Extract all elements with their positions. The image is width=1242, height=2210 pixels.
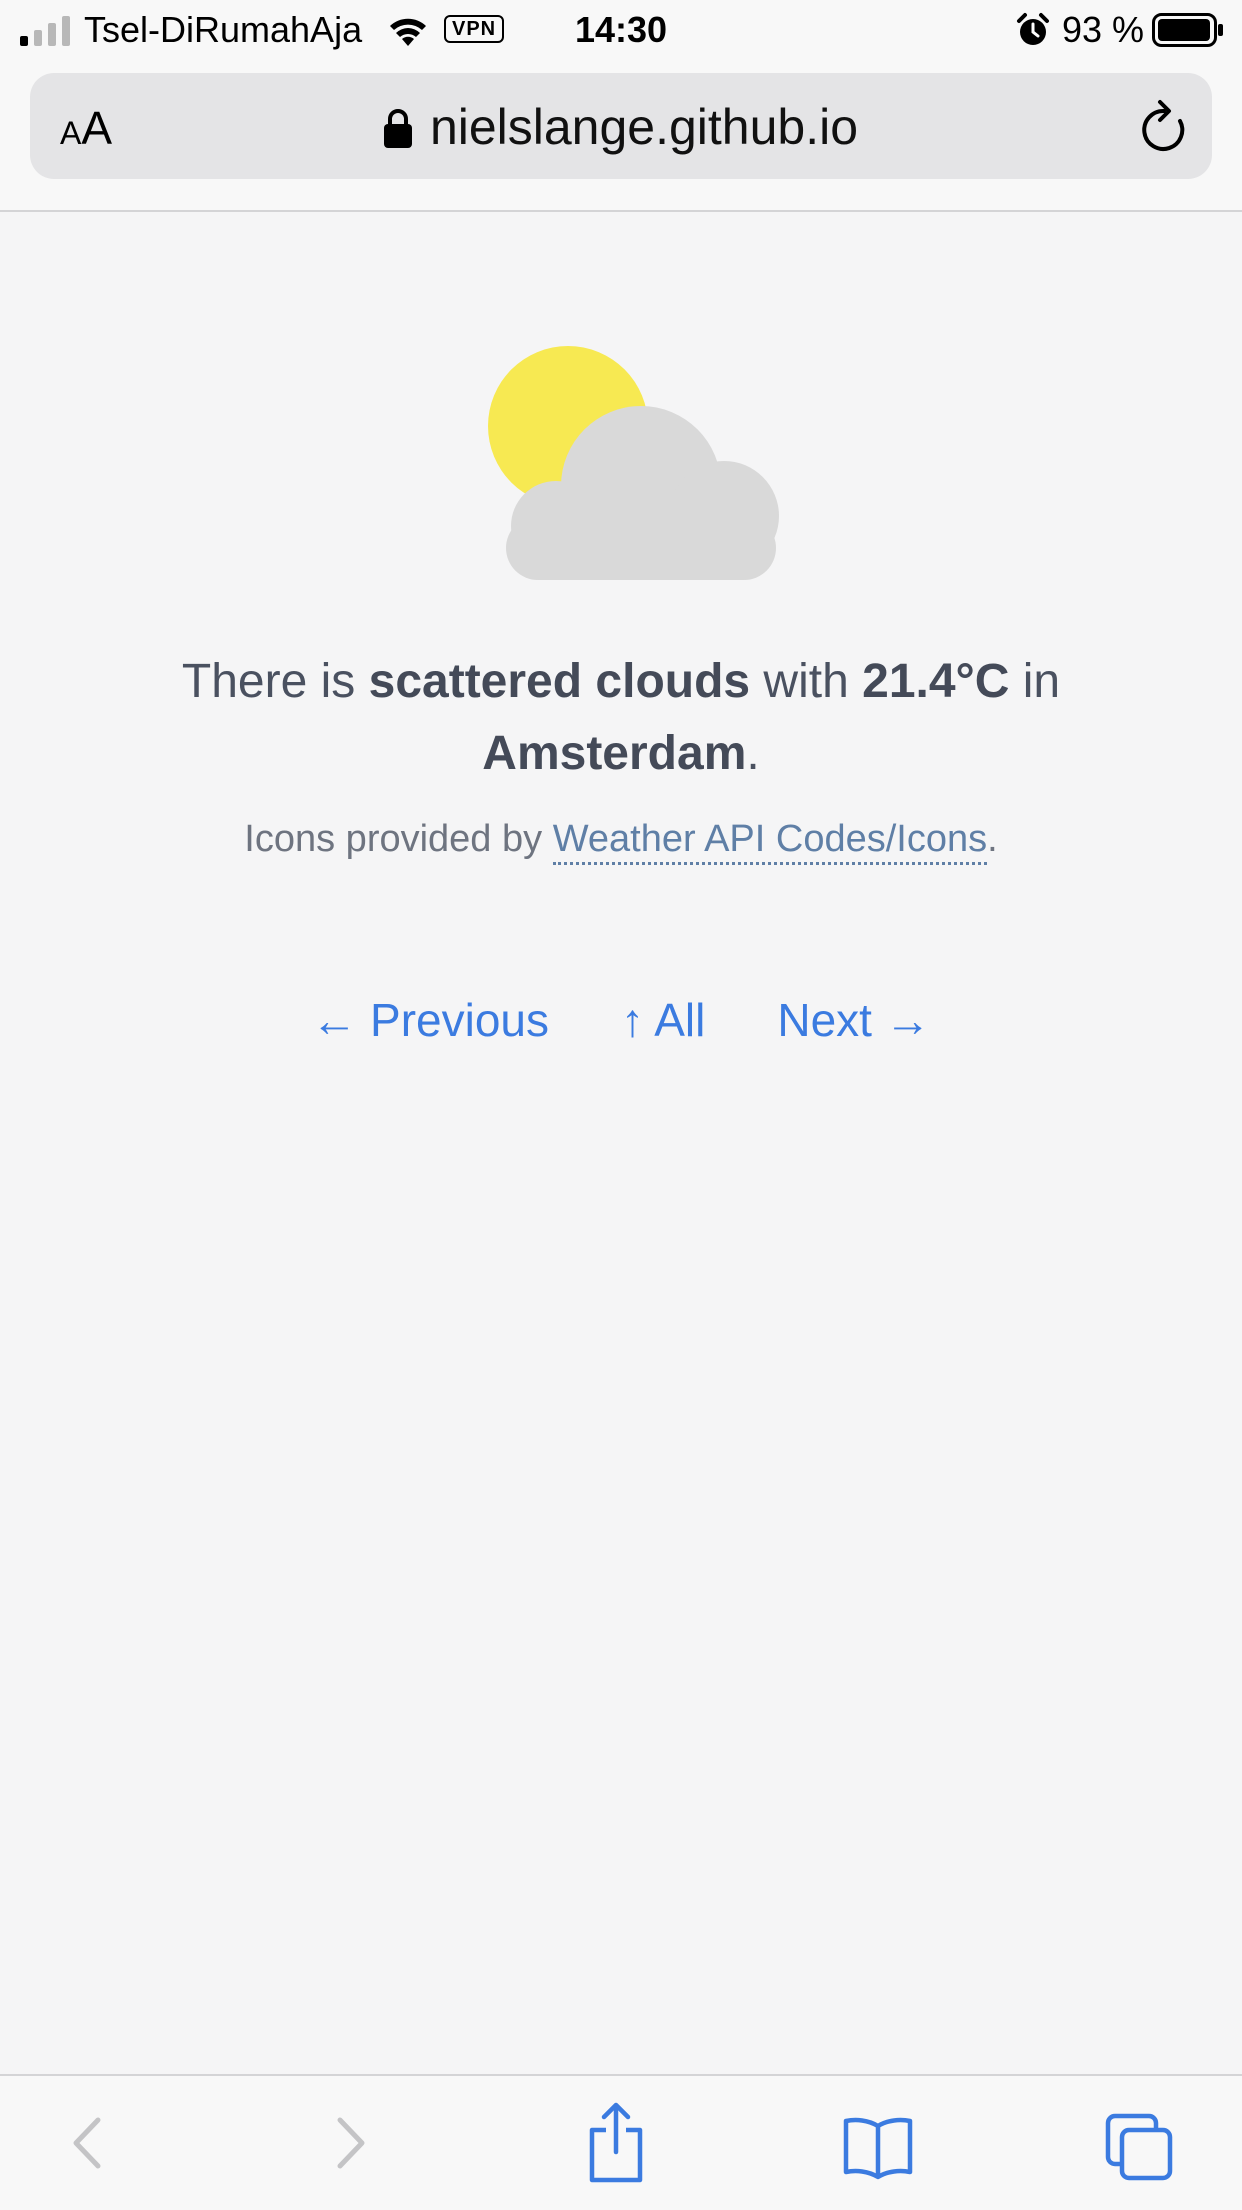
forward-icon[interactable]	[312, 2100, 392, 2186]
battery-icon	[1152, 13, 1223, 47]
browser-address-area: AA nielslange.github.io	[0, 64, 1242, 212]
weather-api-link[interactable]: Weather API Codes/Icons	[552, 818, 988, 865]
weather-text-pre: There is	[181, 655, 369, 708]
tabs-icon[interactable]	[1100, 2100, 1180, 2186]
bookmarks-icon[interactable]	[838, 2100, 918, 2186]
partly-cloudy-icon	[488, 346, 779, 580]
share-icon[interactable]	[576, 2100, 656, 2186]
weather-text-post: in	[1009, 655, 1061, 708]
previous-link[interactable]: ← Previous	[311, 990, 549, 1050]
next-link[interactable]: Next →	[777, 990, 930, 1050]
weather-city: Amsterdam	[482, 727, 747, 780]
weather-text-end: .	[746, 727, 760, 780]
all-link[interactable]: ↑ All	[621, 990, 705, 1050]
icon-credit: Icons provided by Weather API Codes/Icon…	[0, 812, 1242, 866]
reload-icon[interactable]	[1136, 99, 1192, 157]
alarm-icon	[1017, 13, 1049, 45]
status-bar: Tsel-DiRumahAja VPN 14:30 93 %	[0, 0, 1242, 64]
url-text: nielslange.github.io	[429, 99, 859, 155]
browser-toolbar	[0, 2074, 1242, 2210]
credit-prefix: Icons provided by	[244, 818, 553, 860]
weather-temperature: 21.4°C	[862, 655, 1010, 708]
status-time: 14:30	[574, 9, 668, 50]
battery-percentage: 93 %	[1062, 9, 1145, 50]
weather-description: There is scattered clouds with 21.4°C in…	[120, 646, 1122, 790]
address-bar[interactable]: AA nielslange.github.io	[30, 73, 1212, 179]
lock-icon	[383, 109, 412, 148]
weather-text-mid: with	[750, 655, 863, 708]
url-display[interactable]: nielslange.github.io	[30, 99, 1212, 155]
credit-suffix: .	[987, 818, 998, 860]
back-icon[interactable]	[52, 2100, 132, 2186]
weather-condition: scattered clouds	[368, 655, 751, 708]
pagination-nav: ← Previous ↑ All Next →	[0, 990, 1242, 1050]
